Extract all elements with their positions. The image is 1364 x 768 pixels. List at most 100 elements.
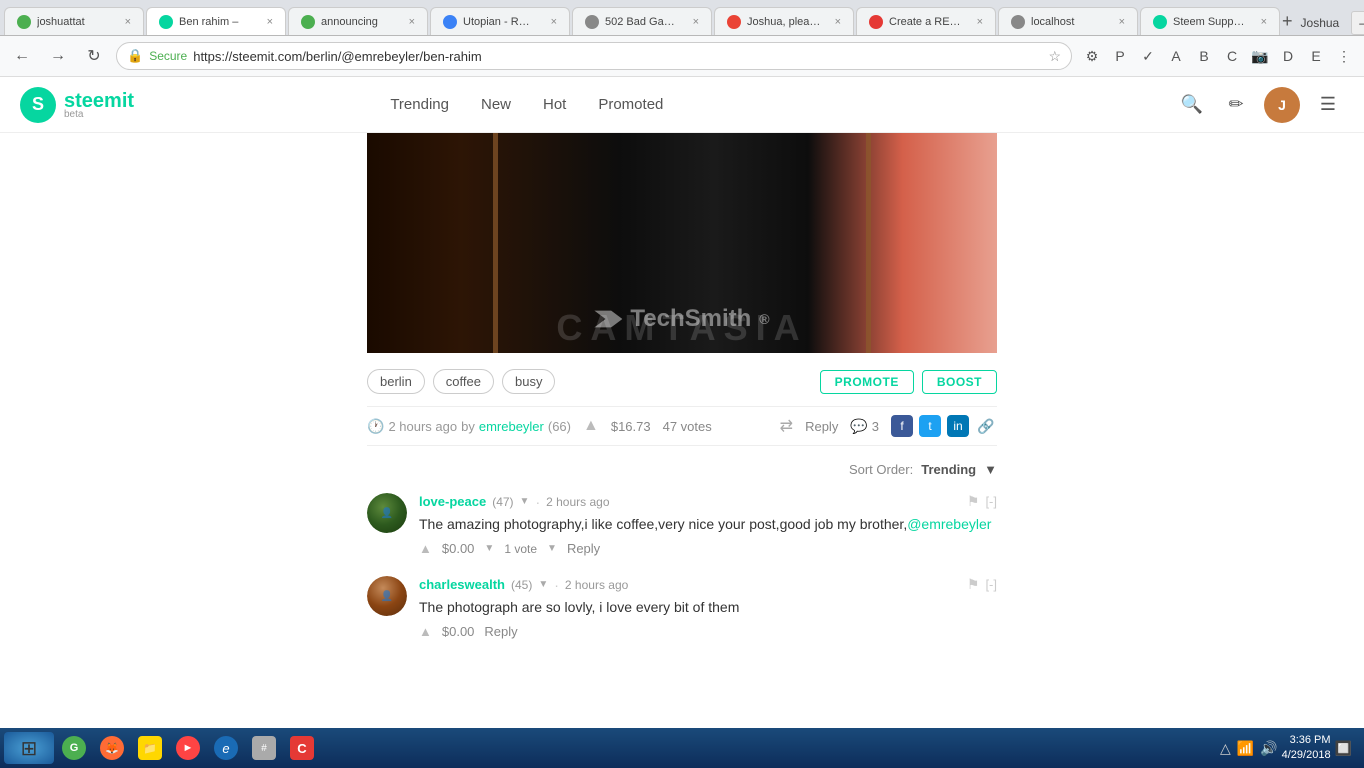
camera-icon[interactable]: 📷 (1248, 44, 1272, 68)
comment-value-chevron-1[interactable]: ▼ (484, 543, 494, 554)
tab-favicon (443, 15, 457, 29)
tab-close-icon[interactable]: × (409, 16, 415, 28)
tab-create-re[interactable]: Create a RE… × (856, 7, 996, 35)
ext4-icon[interactable]: D (1276, 44, 1300, 68)
comment-collapse-2[interactable]: [-] (985, 577, 997, 592)
tab-joshua-gm[interactable]: Joshua, plea… × (714, 7, 854, 35)
tab-close-icon[interactable]: × (267, 16, 273, 28)
volume-icon[interactable]: 🔊 (1260, 740, 1277, 757)
comment-mention-1[interactable]: @emrebeyler (907, 516, 991, 532)
address-text[interactable]: https://steemit.com/berlin/@emrebeyler/b… (193, 49, 1042, 64)
bookmark-icon[interactable]: ☆ (1048, 48, 1061, 65)
window-minimize-button[interactable]: — (1351, 11, 1364, 35)
facebook-share-button[interactable]: f (891, 415, 913, 437)
comment-vote-count-1[interactable]: 1 vote (504, 542, 537, 556)
tab-close-icon[interactable]: × (1119, 16, 1125, 28)
taskbar-calc[interactable]: # (246, 732, 282, 764)
comment-flag-2[interactable]: ⚑ (967, 576, 980, 593)
tab-announcing[interactable]: announcing × (288, 7, 428, 35)
taskbar-ie[interactable]: e (208, 732, 244, 764)
tab-localhost[interactable]: localhost × (998, 7, 1138, 35)
comment-collapse-1[interactable]: [-] (985, 494, 997, 509)
new-tab-button[interactable]: + (1282, 7, 1293, 35)
tray-up-icon[interactable]: △ (1220, 740, 1231, 757)
tag-busy[interactable]: busy (502, 369, 555, 394)
sort-chevron-icon[interactable]: ▼ (984, 462, 997, 477)
notification-icon[interactable]: 🔲 (1335, 740, 1352, 757)
promote-button[interactable]: PROMOTE (820, 370, 914, 394)
comment-body-1: love-peace (47) ▼ · 2 hours ago ⚑ [-] Th… (419, 493, 997, 556)
network-icon[interactable]: 📶 (1237, 740, 1254, 757)
menu-icon[interactable]: ⋮ (1332, 44, 1356, 68)
nav-item-new[interactable]: New (481, 96, 511, 113)
sort-select[interactable]: Trending (921, 462, 976, 477)
search-button[interactable]: 🔍 (1176, 89, 1208, 121)
comment-vote-chevron-1[interactable]: ▼ (547, 543, 557, 554)
upvote-button[interactable]: ▲ (583, 417, 599, 435)
tab-close-icon[interactable]: × (1261, 16, 1267, 28)
post-author[interactable]: emrebeyler (479, 419, 544, 434)
ext1-icon[interactable]: A (1164, 44, 1188, 68)
tag-berlin[interactable]: berlin (367, 369, 425, 394)
start-button[interactable]: ⊞ (4, 732, 54, 764)
ext5-icon[interactable]: E (1304, 44, 1328, 68)
taskbar-firefox[interactable]: 🦊 (94, 732, 130, 764)
taskbar-media[interactable]: ► (170, 732, 206, 764)
refresh-button[interactable]: ↻ (80, 42, 108, 70)
reply-button[interactable]: Reply (805, 419, 838, 434)
ext3-icon[interactable]: C (1220, 44, 1244, 68)
nav-item-trending[interactable]: Trending (390, 96, 449, 113)
comment-reply-1[interactable]: Reply (567, 541, 600, 556)
tab-close-icon[interactable]: × (125, 16, 131, 28)
menu-button[interactable]: ☰ (1312, 89, 1344, 121)
tag-coffee[interactable]: coffee (433, 369, 494, 394)
comment-author-chevron-1[interactable]: ▼ (520, 496, 530, 507)
comment-author-1[interactable]: love-peace (419, 494, 486, 509)
tab-ben-rahim[interactable]: Ben rahim – × (146, 7, 286, 35)
comment-body-2: charleswealth (45) ▼ · 2 hours ago ⚑ [-]… (419, 576, 997, 639)
comment-value-1[interactable]: $0.00 (442, 541, 475, 556)
twitter-share-button[interactable]: t (919, 415, 941, 437)
tab-steem-supp[interactable]: Steem Supp… × (1140, 7, 1280, 35)
tab-close-icon[interactable]: × (551, 16, 557, 28)
check-icon[interactable]: ✓ (1136, 44, 1160, 68)
extensions-icon[interactable]: ⚙ (1080, 44, 1104, 68)
taskbar-camtasia[interactable]: C (284, 732, 320, 764)
nav-item-promoted[interactable]: Promoted (598, 96, 663, 113)
vote-count[interactable]: 47 votes (663, 419, 712, 434)
edit-button[interactable]: ✏ (1220, 89, 1252, 121)
tab-close-icon[interactable]: × (977, 16, 983, 28)
resteem-button[interactable]: ⇄ (780, 416, 793, 436)
tab-close-icon[interactable]: × (835, 16, 841, 28)
post-image-container: TechSmith ® CAMTASIA (367, 133, 997, 353)
nav-item-hot[interactable]: Hot (543, 96, 566, 113)
back-button[interactable]: ← (8, 42, 36, 70)
comment-reply-2[interactable]: Reply (484, 624, 517, 639)
comment-author-chevron-2[interactable]: ▼ (538, 579, 548, 590)
secure-label: Secure (149, 49, 187, 63)
taskbar-chrome[interactable]: G (56, 732, 92, 764)
comment-value-2[interactable]: $0.00 (442, 624, 475, 639)
tab-502bad[interactable]: 502 Bad Ga… × (572, 7, 712, 35)
linkedin-share-button[interactable]: in (947, 415, 969, 437)
comment-flag-1[interactable]: ⚑ (967, 493, 980, 510)
avatar[interactable]: J (1264, 87, 1300, 123)
tab-utopian[interactable]: Utopian - R… × (430, 7, 570, 35)
tab-close-icon[interactable]: × (693, 16, 699, 28)
post-value[interactable]: $16.73 (611, 419, 651, 434)
comments-count[interactable]: 💬 3 (850, 418, 879, 435)
comment-upvote-1[interactable]: ▲ (419, 541, 432, 556)
tab-label: 502 Bad Ga… (605, 16, 687, 28)
ext2-icon[interactable]: B (1192, 44, 1216, 68)
pinterest-icon[interactable]: P (1108, 44, 1132, 68)
tab-label: Utopian - R… (463, 16, 545, 28)
taskbar-clock[interactable]: 3:36 PM 4/29/2018 (1282, 733, 1331, 764)
tab-joshuattat[interactable]: joshuattat × (4, 7, 144, 35)
comment-upvote-2[interactable]: ▲ (419, 624, 432, 639)
boost-button[interactable]: BOOST (922, 370, 997, 394)
taskbar-files[interactable]: 📁 (132, 732, 168, 764)
steemit-logo[interactable]: S steemit beta (20, 87, 134, 123)
forward-button[interactable]: → (44, 42, 72, 70)
comment-author-2[interactable]: charleswealth (419, 577, 505, 592)
copy-link-button[interactable]: 🔗 (975, 415, 997, 437)
